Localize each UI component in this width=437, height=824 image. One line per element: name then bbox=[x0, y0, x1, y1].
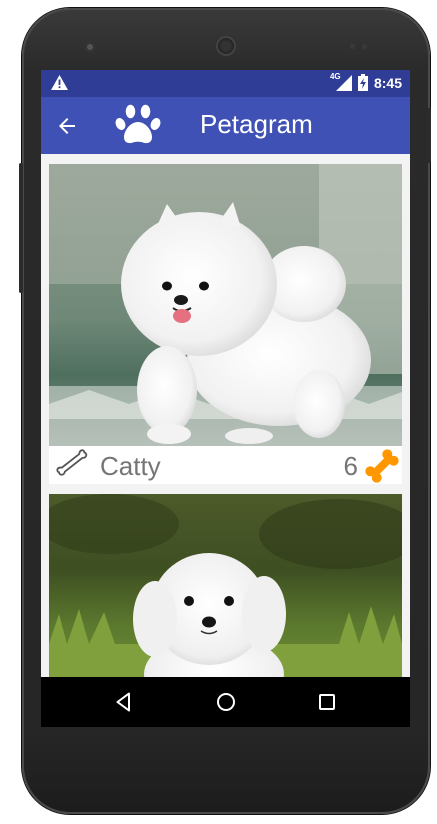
light-sensor bbox=[362, 44, 367, 49]
earpiece-speaker bbox=[216, 36, 236, 56]
front-camera bbox=[85, 42, 95, 52]
pet-card-footer: Catty 6 bbox=[49, 446, 402, 484]
pet-card[interactable] bbox=[49, 494, 402, 677]
status-right-group: 4G 8:45 bbox=[330, 72, 402, 91]
navigation-bar bbox=[41, 677, 410, 727]
pet-name: Catty bbox=[100, 451, 161, 481]
pet-photo bbox=[49, 164, 402, 446]
bone-filled-icon bbox=[365, 449, 399, 483]
pet-feed[interactable]: Catty 6 bbox=[41, 154, 410, 677]
signal-indicator: 4G bbox=[330, 72, 352, 91]
paw-icon bbox=[115, 104, 161, 144]
power-button bbox=[427, 108, 431, 163]
warning-icon bbox=[51, 75, 68, 90]
arrow-back-icon[interactable] bbox=[55, 114, 79, 138]
status-time: 8:45 bbox=[373, 74, 402, 91]
nav-home-circle-icon[interactable] bbox=[214, 690, 238, 714]
nav-back-triangle-icon[interactable] bbox=[112, 690, 136, 714]
pet-photo bbox=[49, 494, 402, 677]
like-count: 6 bbox=[343, 451, 358, 481]
nav-recents-square-icon[interactable] bbox=[315, 690, 339, 714]
signal-icon bbox=[335, 74, 352, 91]
bone-outline-icon[interactable] bbox=[55, 449, 91, 479]
phone-screen: 4G 8:45 Petagram Catty 6 bbox=[41, 70, 410, 727]
app-title: Petagram bbox=[200, 109, 313, 139]
status-bar: 4G 8:45 bbox=[41, 70, 410, 97]
app-bar: Petagram bbox=[41, 97, 410, 154]
volume-button bbox=[19, 163, 23, 293]
proximity-sensor bbox=[350, 44, 355, 49]
battery-charging-icon bbox=[357, 74, 368, 91]
pet-card[interactable]: Catty 6 bbox=[49, 164, 402, 484]
